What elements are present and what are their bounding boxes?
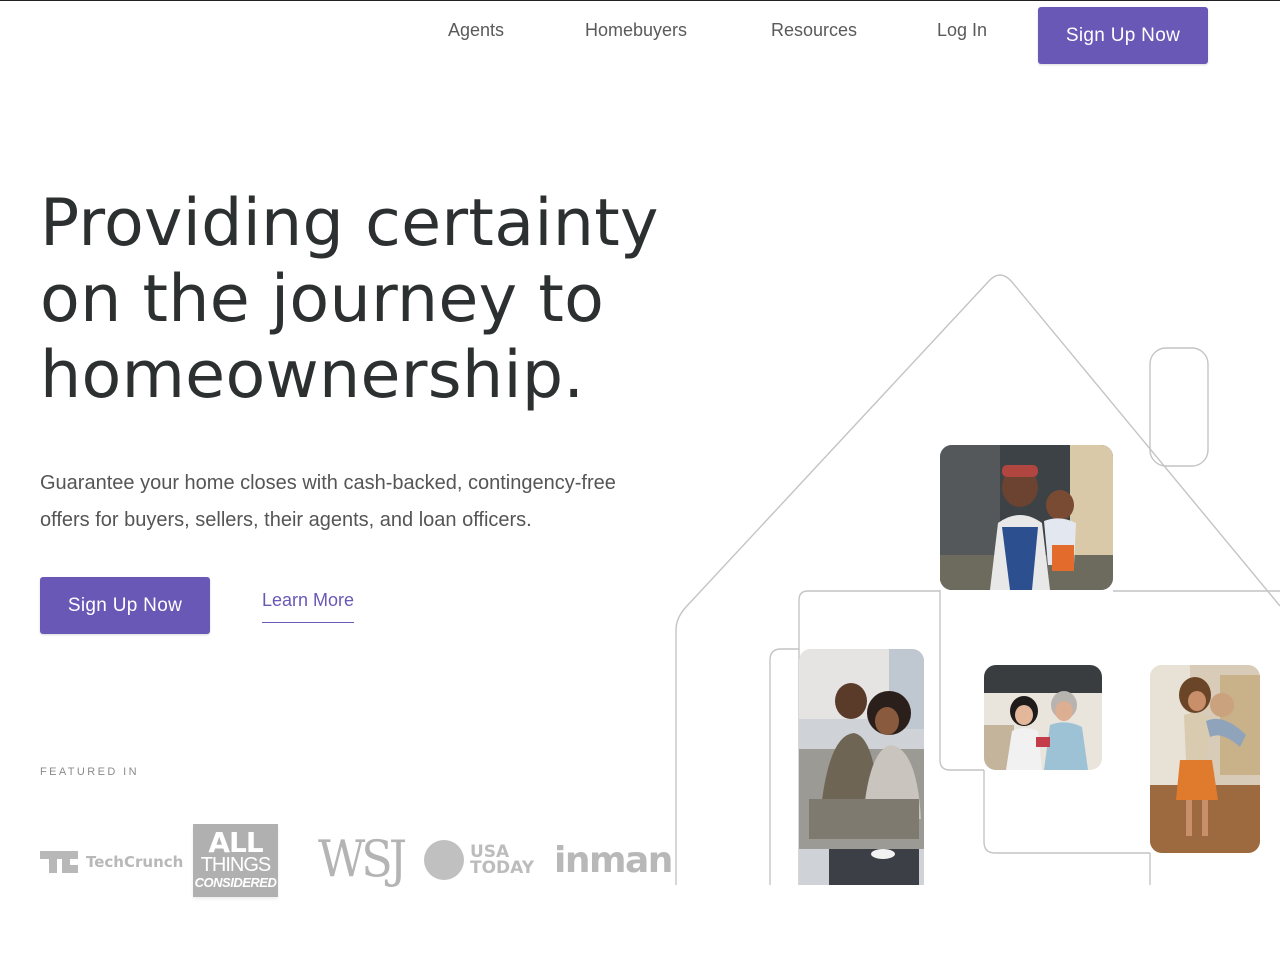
hero-title: Providing certainty on the journey to ho… <box>40 186 720 414</box>
nav-link-resources[interactable]: Resources <box>771 20 857 41</box>
inman-logo: inman <box>554 840 673 881</box>
learn-more-link[interactable]: Learn More <box>262 590 355 623</box>
techcrunch-logo: TechCrunch <box>40 850 183 874</box>
usa-today-dot-icon <box>424 840 464 880</box>
top-border <box>0 0 1280 1</box>
couple-on-couch-photo <box>799 649 924 885</box>
atc-line-2: THINGS <box>200 853 272 876</box>
hero-subtitle-line-1: Guarantee your home closes with cash-bac… <box>40 472 616 494</box>
family-dancing-photo <box>1150 665 1260 853</box>
hero-title-line-3: homeownership. <box>40 338 585 413</box>
techcrunch-mark-icon <box>40 851 80 873</box>
wsj-logo: WSJ <box>318 829 407 889</box>
atc-line-1: ALL <box>208 825 263 859</box>
mother-and-baby-photo <box>940 445 1113 590</box>
usa-today-logo: USA TODAY <box>424 840 534 880</box>
nav-link-homebuyers[interactable]: Homebuyers <box>585 20 687 41</box>
hero-sign-up-button[interactable]: Sign Up Now <box>40 577 210 634</box>
nav-link-login[interactable]: Log In <box>937 20 987 41</box>
all-things-considered-logo: ALL THINGS CONSIDERED <box>193 824 278 897</box>
nav-sign-up-button[interactable]: Sign Up Now <box>1038 7 1208 64</box>
hero-subtitle-line-2: offers for buyers, sellers, their agents… <box>40 509 532 531</box>
usa-today-wordmark: USA TODAY <box>470 842 534 878</box>
nav-link-agents[interactable]: Agents <box>448 20 504 41</box>
hero-title-line-1: Providing certainty <box>40 186 659 261</box>
hero-subtitle: Guarantee your home closes with cash-bac… <box>40 465 700 539</box>
featured-in-label: FEATURED IN <box>40 766 139 778</box>
hero-title-line-2: on the journey to <box>40 262 605 337</box>
atc-line-3: CONSIDERED <box>194 874 277 890</box>
child-and-grandparent-photo <box>984 665 1102 770</box>
techcrunch-wordmark: TechCrunch <box>86 853 184 871</box>
